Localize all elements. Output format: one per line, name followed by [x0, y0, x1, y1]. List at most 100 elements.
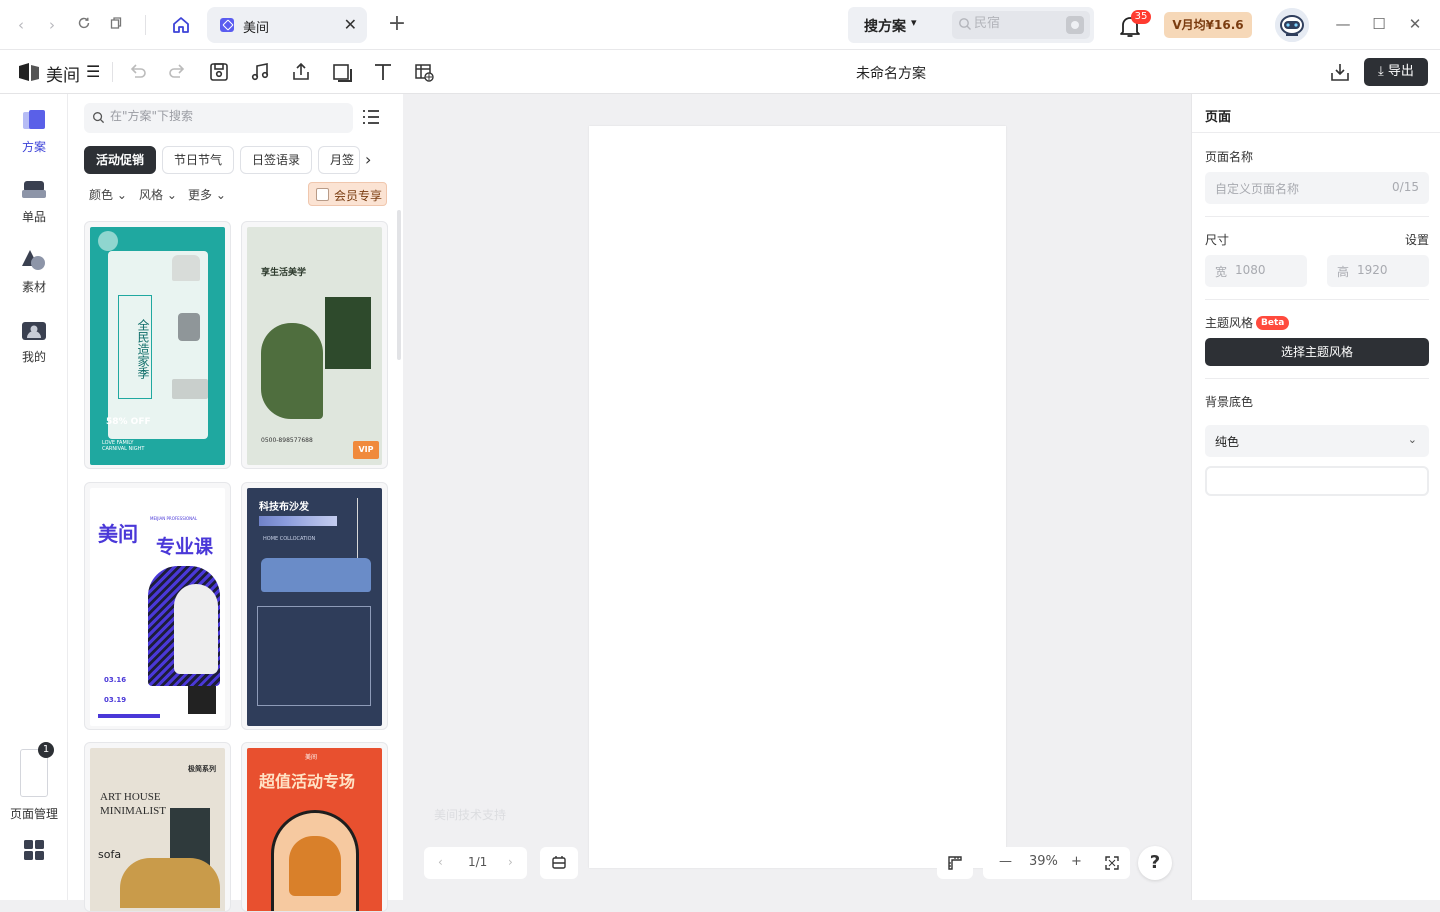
template-card[interactable]: 全民造家季 58% OFF LOVE FAMILY CARNIVAL NIGHT	[84, 221, 231, 469]
home-icon[interactable]	[168, 12, 194, 38]
chip-festival[interactable]: 节日节气	[162, 146, 235, 174]
share-icon[interactable]	[290, 61, 312, 83]
tab-meijian[interactable]: 美间 ✕	[207, 7, 367, 43]
prev-page-icon[interactable]: ‹	[438, 855, 443, 869]
camera-search-icon[interactable]	[1066, 16, 1084, 34]
width-label: 宽	[1215, 265, 1228, 279]
template-tag: MEIJIAN PROFESSIONAL	[150, 516, 198, 521]
tab-label: 美间	[243, 21, 270, 36]
tab-app-icon	[220, 18, 234, 32]
next-page-icon[interactable]: ›	[508, 855, 513, 869]
search-input[interactable]	[974, 16, 1054, 31]
search-scope-select[interactable]: 搜方案	[864, 16, 906, 36]
filter-more[interactable]: 更多 ⌄	[188, 186, 226, 203]
page-navigator: ‹ 1/1 ›	[424, 847, 527, 879]
redo-icon[interactable]	[167, 61, 189, 83]
new-tab-button[interactable]: +	[382, 10, 412, 40]
filter-label: 颜色	[89, 188, 114, 202]
background-color-swatch[interactable]	[1205, 466, 1429, 496]
left-rail: 方案 单品 素材 我的 1 页面管理	[0, 94, 68, 900]
page-count-badge: 1	[38, 742, 54, 758]
filter-style[interactable]: 风格 ⌄	[139, 186, 177, 203]
close-window-icon[interactable]: ✕	[1405, 14, 1425, 34]
selected-value: 纯色	[1215, 435, 1240, 449]
close-icon[interactable]: ✕	[344, 15, 357, 34]
zoom-out-icon[interactable]: —	[999, 854, 1012, 869]
page-layout-icon[interactable]	[540, 847, 578, 879]
chip-activity-promo[interactable]: 活动促销	[84, 146, 157, 174]
design-page[interactable]	[589, 126, 1006, 868]
template-preview: 全民造家季 58% OFF LOVE FAMILY CARNIVAL NIGHT	[90, 227, 225, 465]
panel-search-input[interactable]	[110, 109, 310, 123]
template-preview: 享生活美学 0500-898577688 VIP	[247, 227, 382, 465]
back-icon[interactable]: ‹	[12, 16, 30, 34]
template-card[interactable]: ART HOUSE MINIMALIST 极简系列 sofa	[84, 742, 231, 912]
width-input[interactable]: 宽 1080	[1205, 255, 1307, 287]
download-icon[interactable]	[1329, 61, 1351, 83]
zoom-in-icon[interactable]: +	[1071, 854, 1082, 869]
rail-item-products[interactable]: 单品	[0, 166, 68, 226]
filter-label: 风格	[139, 188, 164, 202]
watermark-text: 美间技术支持	[434, 808, 507, 822]
ruler-icon[interactable]	[937, 847, 973, 879]
maximize-icon[interactable]: ☐	[1369, 14, 1389, 34]
rail-item-plans[interactable]: 方案	[0, 96, 68, 156]
minimize-icon[interactable]: —	[1333, 14, 1353, 34]
shape-icon[interactable]	[331, 61, 353, 83]
chevron-right-icon[interactable]: ›	[365, 150, 371, 169]
panel-search[interactable]	[84, 103, 353, 133]
template-title: 超值活动专场	[259, 772, 356, 791]
help-button[interactable]: ?	[1138, 846, 1172, 880]
refresh-icon[interactable]	[75, 16, 93, 34]
music-icon[interactable]	[249, 61, 271, 83]
sofa-icon	[22, 181, 46, 198]
member-only-toggle[interactable]: 会员专享	[308, 182, 387, 206]
save-icon[interactable]	[208, 61, 230, 83]
size-settings-link[interactable]: 设置	[1405, 231, 1429, 248]
height-input[interactable]: 高 1920	[1327, 255, 1429, 287]
logo-icon	[19, 63, 39, 81]
vip-button[interactable]: V月均¥16.6	[1164, 12, 1252, 38]
filter-color[interactable]: 颜色 ⌄	[89, 186, 127, 203]
template-card[interactable]: 科技布沙发 HOME COLLOCATION	[241, 482, 388, 730]
template-card[interactable]: 美间 专业课 MEIJIAN PROFESSIONAL 03.16 03.19	[84, 482, 231, 730]
zoom-level[interactable]: 39%	[1029, 854, 1058, 869]
apps-grid-icon[interactable]	[23, 839, 45, 861]
rail-label: 我的	[21, 350, 46, 364]
search-field[interactable]	[952, 11, 1090, 39]
logo-text: 美间	[46, 66, 80, 86]
menu-icon[interactable]: ☰	[86, 62, 100, 81]
background-mode-select[interactable]: 纯色 ⌄	[1205, 425, 1429, 457]
rail-item-mine[interactable]: 我的	[0, 306, 68, 366]
select-theme-button[interactable]: 选择主题风格	[1205, 338, 1429, 366]
beta-badge: Beta	[1256, 316, 1290, 330]
chevron-down-icon[interactable]: ▾	[911, 16, 917, 29]
export-button[interactable]: ⤓ 导出	[1364, 58, 1428, 86]
scrollbar[interactable]	[397, 210, 401, 360]
template-preview: 科技布沙发 HOME COLLOCATION	[247, 488, 382, 726]
checkbox[interactable]	[316, 188, 329, 201]
page-name-input[interactable]: 自定义页面名称 0/15	[1205, 172, 1429, 204]
chip-daily-quote[interactable]: 日签语录	[240, 146, 313, 174]
avatar[interactable]	[1275, 8, 1309, 42]
document-title[interactable]: 未命名方案	[856, 63, 926, 83]
canvas-area[interactable]: 美间技术支持 ‹ 1/1 › — 39% + ?	[404, 94, 1191, 900]
template-title: 美间	[98, 522, 138, 546]
template-footer: LOVE FAMILY CARNIVAL NIGHT	[102, 440, 145, 452]
text-icon[interactable]	[372, 61, 394, 83]
divider	[1205, 378, 1429, 379]
rail-label: 素材	[21, 280, 46, 294]
plans-icon	[23, 110, 45, 129]
template-card[interactable]: 美间 超值活动专场	[241, 742, 388, 912]
undo-icon[interactable]	[126, 61, 148, 83]
copy-icon[interactable]	[107, 16, 125, 34]
table-icon[interactable]	[413, 61, 435, 83]
rail-item-materials[interactable]: 素材	[0, 236, 68, 296]
chip-monthly[interactable]: 月签	[318, 146, 360, 174]
page-manager-label[interactable]: 页面管理	[0, 805, 68, 822]
forward-icon[interactable]: ›	[43, 16, 61, 34]
fit-screen-icon[interactable]	[1105, 856, 1119, 870]
properties-panel: 页面 页面名称 自定义页面名称 0/15 尺寸 设置 宽 1080 高 1920…	[1191, 94, 1440, 900]
list-view-icon[interactable]	[362, 109, 380, 125]
template-card[interactable]: 享生活美学 0500-898577688 VIP	[241, 221, 388, 469]
